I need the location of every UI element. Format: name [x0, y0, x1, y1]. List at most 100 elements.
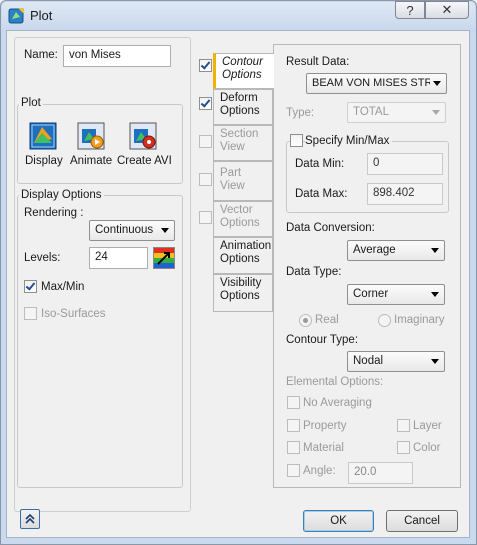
tab-label: Options — [220, 217, 260, 229]
tab-animation-options[interactable]: Animation Options — [213, 237, 273, 274]
iso-surfaces-checkbox[interactable] — [24, 307, 37, 320]
vector-options-checkbox[interactable] — [199, 211, 212, 224]
specify-minmax-checkbox[interactable] — [290, 134, 303, 147]
chevron-down-icon — [432, 110, 440, 115]
data-type-label: Data Type: — [286, 266, 342, 278]
close-icon: ✕ — [441, 2, 453, 17]
part-view-checkbox[interactable] — [199, 173, 212, 186]
chevron-down-icon — [431, 292, 439, 297]
create-avi-label: Create AVI — [117, 155, 172, 167]
help-icon: ? — [406, 2, 414, 18]
imaginary-label: Imaginary — [394, 314, 445, 326]
material-checkbox[interactable] — [287, 441, 300, 454]
ok-button[interactable]: OK — [303, 510, 374, 532]
data-conversion-select[interactable]: Average — [347, 240, 445, 261]
imaginary-radio[interactable] — [378, 314, 391, 327]
levels-label: Levels: — [24, 252, 61, 264]
color-map-icon — [154, 248, 174, 268]
levels-field[interactable]: 24 — [89, 247, 148, 269]
type-select[interactable]: TOTAL — [347, 102, 446, 123]
radio-dot — [303, 318, 308, 323]
display-icon — [29, 122, 57, 150]
type-label: Type: — [286, 107, 315, 119]
layer-checkbox[interactable] — [397, 419, 410, 432]
animate-label: Animate — [70, 155, 113, 167]
close-button[interactable]: ✕ — [425, 1, 469, 19]
layer-label: Layer — [413, 420, 442, 432]
tab-label: Options — [220, 253, 260, 265]
rendering-value: Continuous — [95, 224, 154, 236]
tab-section-view[interactable]: Section View — [213, 125, 273, 161]
tab-label: Vector — [220, 204, 253, 216]
deform-options-checkbox[interactable] — [199, 97, 212, 110]
check-icon — [25, 280, 36, 291]
contour-type-select[interactable]: Nodal — [347, 351, 445, 372]
tab-label: View — [220, 141, 245, 153]
display-button[interactable]: Display — [22, 121, 64, 169]
name-field[interactable]: von Mises — [63, 45, 171, 67]
tab-label: Visibility — [220, 277, 262, 289]
tab-deform-options[interactable]: Deform Options — [213, 89, 273, 125]
cancel-button[interactable]: Cancel — [386, 510, 458, 532]
contour-type-value: Nodal — [353, 355, 384, 367]
collapse-button[interactable] — [20, 509, 40, 529]
type-value: TOTAL — [353, 106, 389, 118]
chevron-down-icon — [431, 248, 439, 253]
data-conversion-label: Data Conversion: — [286, 222, 375, 234]
tab-contour-options[interactable]: Contour Options — [213, 53, 274, 89]
display-options-label: Display Options — [19, 189, 104, 201]
real-label: Real — [315, 314, 339, 326]
color-map-button[interactable] — [153, 247, 175, 269]
no-averaging-checkbox[interactable] — [287, 396, 300, 409]
help-button[interactable]: ? — [395, 1, 425, 19]
data-type-select[interactable]: Corner — [347, 284, 445, 305]
real-radio[interactable] — [299, 314, 312, 327]
data-max-field[interactable]: 898.402 — [367, 183, 443, 205]
chevron-down-icon — [431, 359, 439, 364]
material-label: Material — [303, 442, 344, 454]
property-checkbox[interactable] — [287, 419, 300, 432]
check-icon — [200, 59, 211, 70]
contour-type-label: Contour Type: — [286, 334, 359, 346]
tab-label: Options — [220, 105, 260, 117]
data-min-field[interactable]: 0 — [367, 153, 443, 175]
create-avi-icon — [129, 122, 157, 150]
color-checkbox[interactable] — [397, 441, 410, 454]
color-label: Color — [413, 442, 441, 454]
contour-options-checkbox[interactable] — [199, 59, 212, 72]
no-averaging-label: No Averaging — [303, 397, 372, 409]
result-data-select[interactable]: BEAM VON MISES STRESS — [306, 73, 447, 94]
section-view-checkbox[interactable] — [199, 135, 212, 148]
tab-part-view[interactable]: Part View — [213, 161, 273, 201]
maxmin-checkbox[interactable] — [24, 280, 37, 293]
angle-checkbox[interactable] — [287, 464, 300, 477]
tab-visibility-options[interactable]: Visibility Options — [213, 274, 273, 312]
data-max-label: Data Max: — [295, 188, 348, 200]
maxmin-label: Max/Min — [41, 281, 85, 293]
plot-group-label: Plot — [19, 97, 43, 109]
window-title: Plot — [30, 8, 53, 23]
chevron-down-icon — [161, 228, 169, 233]
tab-label: Contour — [222, 56, 263, 68]
tab-label: Deform — [220, 92, 258, 104]
result-data-value: BEAM VON MISES STRESS — [312, 77, 430, 89]
chevron-down-icon — [433, 81, 441, 86]
check-icon — [200, 97, 211, 108]
display-label: Display — [25, 155, 63, 167]
tab-label: Options — [220, 290, 260, 302]
angle-field[interactable]: 20.0 — [348, 462, 413, 484]
cancel-label: Cancel — [404, 515, 440, 527]
data-type-value: Corner — [353, 288, 389, 300]
property-label: Property — [303, 420, 347, 432]
name-label: Name: — [24, 49, 58, 61]
double-chevron-up-icon — [25, 513, 35, 524]
tab-vector-options[interactable]: Vector Options — [213, 201, 273, 237]
tab-label: Options — [222, 69, 262, 81]
tab-label: Animation — [220, 240, 272, 252]
specify-minmax-label: Specify Min/Max — [305, 135, 393, 147]
rendering-select[interactable]: Continuous — [89, 220, 175, 241]
data-min-label: Data Min: — [295, 158, 345, 170]
create-avi-button[interactable]: Create AVI — [116, 121, 174, 169]
angle-label: Angle: — [303, 465, 336, 477]
animate-button[interactable]: Animate — [68, 121, 114, 169]
